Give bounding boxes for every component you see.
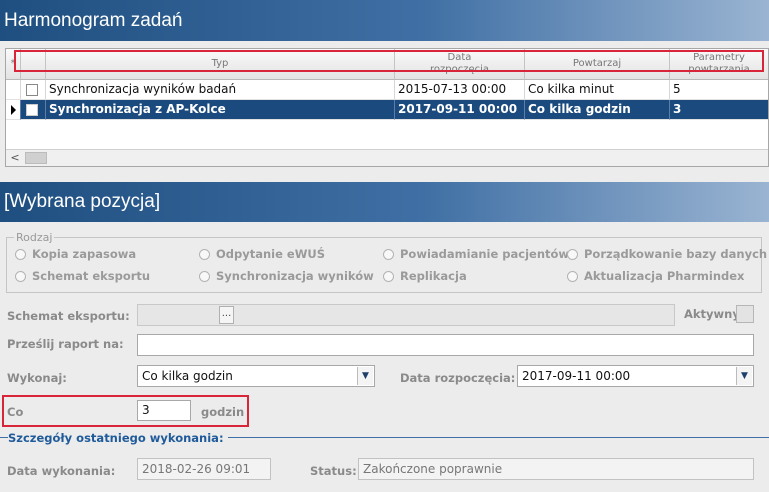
row-powtarzaj: Co kilka minut [525, 80, 670, 100]
table-row[interactable]: Synchronizacja wyników badań 2015-07-13 … [6, 80, 768, 100]
radio-powiadamianie[interactable]: Powiadamianie pacjentów [383, 247, 569, 261]
radio-replikacja[interactable]: Replikacja [383, 269, 467, 283]
schedule-grid[interactable]: * Typ Data rozpoczęcia Powtarzaj Paramet… [5, 48, 769, 167]
radio-odpytanie-ewus[interactable]: Odpytanie eWUŚ [199, 247, 325, 261]
scroll-thumb[interactable] [25, 152, 47, 164]
row-data: 2017-09-11 00:00 [395, 100, 525, 120]
radio-label: Replikacja [400, 269, 467, 283]
radio-label: Porządkowanie bazy danych [584, 247, 768, 261]
status-label: Status: [310, 464, 357, 478]
row-typ: Synchronizacja wyników badań [46, 80, 395, 100]
table-row-selected[interactable]: Synchronizacja z AP-Kolce 2017-09-11 00:… [6, 100, 768, 120]
row-typ: Synchronizacja z AP-Kolce [46, 100, 395, 120]
row-data: 2015-07-13 00:00 [395, 80, 525, 100]
grid-header-param-line1: Parametry [693, 52, 745, 63]
data-wykonania-field: 2018-02-26 09:01 [137, 458, 271, 480]
row-checkbox[interactable] [26, 104, 38, 116]
wykonaj-label: Wykonaj: [7, 371, 67, 385]
radio-icon [567, 270, 578, 282]
row-parametry: 3 [670, 100, 768, 120]
radio-icon [199, 270, 210, 282]
chevron-down-icon[interactable]: ▼ [736, 367, 752, 385]
data-rozpoczecia-label: Data rozpoczęcia: [400, 371, 516, 385]
scroll-left-icon[interactable]: < [8, 150, 22, 166]
radio-kopia-zapasowa[interactable]: Kopia zapasowa [15, 247, 136, 261]
grid-header-typ[interactable]: Typ [46, 49, 395, 80]
radio-label: Powiadamianie pacjentów [400, 247, 570, 261]
radio-icon [383, 248, 394, 260]
radio-label: Synchronizacja wyników [216, 269, 374, 283]
row-indicator [6, 100, 21, 120]
grid-header-checkbox[interactable] [21, 49, 46, 80]
przeslij-label: Prześlij raport na: [7, 337, 124, 351]
radio-label: Kopia zapasowa [32, 247, 137, 261]
data-rozpoczecia-value: 2017-09-11 00:00 [522, 369, 631, 383]
radio-schemat-eksportu[interactable]: Schemat eksportu [15, 269, 150, 283]
rodzaj-group [6, 237, 762, 293]
aktywny-checkbox[interactable] [736, 305, 754, 323]
co-input[interactable]: 3 [137, 400, 191, 421]
details-title: Szczegóły ostatniego wykonania: [8, 431, 228, 445]
page-title: Harmonogram zadań [0, 0, 769, 41]
data-wykonania-label: Data wykonania: [7, 464, 116, 478]
grid-header-parametry[interactable]: Parametry powtarzania [670, 49, 768, 80]
schemat-eksportu-label: Schemat eksportu: [7, 309, 130, 323]
radio-label: Aktualizacja Pharmindex [584, 269, 745, 283]
radio-icon [15, 270, 26, 282]
radio-aktualizacja[interactable]: Aktualizacja Pharmindex [567, 269, 744, 283]
grid-header-powtarzaj[interactable]: Powtarzaj [525, 49, 670, 80]
status-field: Zakończone poprawnie [358, 458, 754, 480]
co-unit-label: godzin [201, 405, 245, 419]
radio-icon [383, 270, 394, 282]
browse-button[interactable]: ... [219, 306, 234, 324]
grid-header-data-line2: rozpoczęcia [429, 64, 490, 75]
grid-header-param-line2: powtarzania [688, 64, 750, 75]
aktywny-label: Aktywny [684, 307, 740, 321]
co-label: Co [7, 405, 24, 419]
przeslij-input[interactable] [137, 334, 754, 356]
radio-icon [15, 248, 26, 260]
wykonaj-value: Co kilka godzin [142, 369, 233, 383]
schemat-eksportu-field[interactable] [137, 304, 675, 326]
section-title: [Wybrana pozycja] [0, 182, 769, 222]
row-powtarzaj: Co kilka godzin [525, 100, 670, 120]
chevron-down-icon[interactable]: ▼ [357, 367, 373, 385]
row-checkbox-cell[interactable] [21, 80, 46, 100]
grid-header-data-line1: Data [447, 52, 472, 63]
grid-header-star[interactable]: * [6, 49, 21, 80]
row-checkbox[interactable] [26, 84, 38, 96]
radio-icon [199, 248, 210, 260]
wykonaj-select[interactable]: Co kilka godzin ▼ [137, 365, 375, 387]
radio-icon [567, 248, 578, 260]
row-indicator [6, 80, 21, 100]
radio-label: Odpytanie eWUŚ [216, 247, 326, 261]
row-pointer-icon [11, 105, 16, 115]
radio-synchronizacja[interactable]: Synchronizacja wyników [199, 269, 374, 283]
row-parametry: 5 [670, 80, 768, 100]
radio-porzadkowanie[interactable]: Porządkowanie bazy danych [567, 247, 767, 261]
radio-label: Schemat eksportu [32, 269, 151, 283]
data-rozpoczecia-picker[interactable]: 2017-09-11 00:00 ▼ [517, 365, 754, 387]
grid-header-data[interactable]: Data rozpoczęcia [395, 49, 525, 80]
row-checkbox-cell[interactable] [21, 100, 46, 120]
horizontal-scrollbar[interactable]: < [6, 149, 768, 166]
rodzaj-legend: Rodzaj [14, 231, 55, 244]
